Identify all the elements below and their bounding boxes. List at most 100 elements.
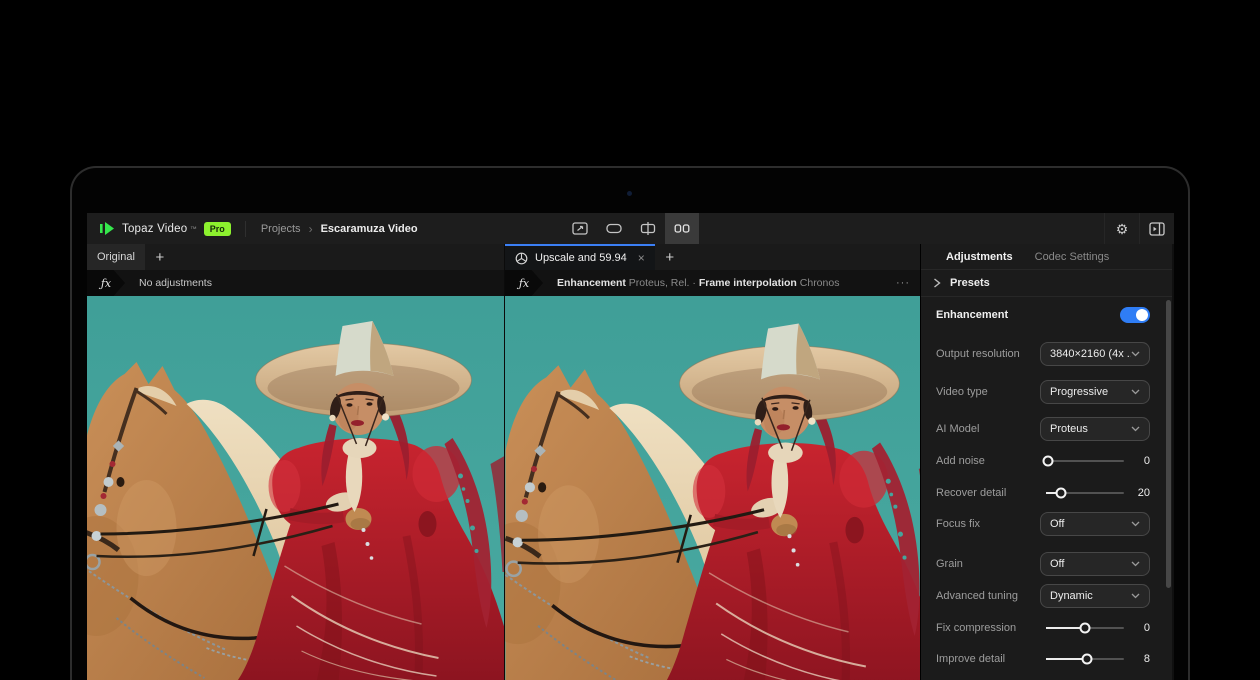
panel-scrollbar[interactable] [1166,300,1171,588]
tab-upscale[interactable]: Upscale and 59.94 × [505,244,655,270]
topbar-right-actions: ⚙ [1104,213,1174,244]
fix-compression-value: 0 [1124,622,1150,634]
top-bar: Topaz Video ™ Pro Projects › Escaramuza … [87,213,1174,244]
original-filter-bar: ƒx No adjustments [87,270,504,296]
fix-compression-row: Fix compression 0 [936,615,1150,641]
add-tab-button-left[interactable]: + [145,244,175,270]
presets-label: Presets [950,277,990,289]
advanced-tuning-value: Dynamic [1050,590,1131,602]
single-view-button[interactable] [597,213,631,244]
improve-detail-row: Improve detail 8 [936,646,1150,672]
tab-upscale-label: Upscale and 59.94 [535,252,627,264]
webcam-dot [627,191,632,196]
output-resolution-dropdown[interactable]: 3840×2160 (4x ... [1040,342,1150,366]
frame-interpolation-value: Chronos [800,277,840,289]
side-by-side-view-icon [674,221,690,236]
app-logo-group: Topaz Video ™ Pro [87,222,245,236]
plus-icon: + [665,249,674,266]
chevron-down-icon [1131,561,1140,567]
upscaled-tabstrip: Upscale and 59.94 × + [505,244,920,270]
single-view-icon [606,221,622,236]
slider-thumb[interactable] [1082,654,1093,665]
slider-thumb[interactable] [1043,456,1054,467]
original-video-preview[interactable] [87,296,504,680]
app-name: Topaz Video [122,223,187,235]
presets-accordion[interactable]: Presets [921,270,1172,297]
tab-codec-settings[interactable]: Codec Settings [1035,251,1110,263]
grain-label: Grain [936,558,1040,570]
breadcrumb-chevron-icon: › [309,222,313,236]
breadcrumb: Projects › Escaramuza Video [246,222,418,236]
fx-glyph: ƒx [101,277,111,290]
add-noise-slider[interactable] [1046,460,1124,462]
content-area: Original + ƒx No adjustments [87,244,1174,680]
fix-compression-label: Fix compression [936,622,1046,634]
enhancement-controls: Output resolution 3840×2160 (4x ... Vide… [921,333,1172,672]
settings-button[interactable]: ⚙ [1104,213,1139,244]
improve-detail-slider[interactable] [1046,658,1124,660]
enhancement-toggle[interactable] [1120,307,1150,323]
slider-thumb[interactable] [1055,488,1066,499]
toggle-knob [1136,309,1148,321]
output-resolution-label: Output resolution [936,348,1040,360]
advanced-tuning-label: Advanced tuning [936,590,1040,602]
fit-view-icon [572,221,588,236]
chevron-down-icon [1131,426,1140,432]
plus-icon: + [156,249,165,266]
screenshot-stage: Topaz Video ™ Pro Projects › Escaramuza … [0,0,1260,680]
fit-view-button[interactable] [563,213,597,244]
original-tabstrip: Original + [87,244,504,270]
enhancement-orb-icon [515,252,528,265]
grain-value: Off [1050,558,1131,570]
close-tab-icon[interactable]: × [638,251,645,265]
fx-icon: ƒx [505,270,543,296]
recover-detail-slider[interactable] [1046,492,1124,494]
focus-fix-row: Focus fix Off [936,511,1150,537]
output-resolution-value: 3840×2160 (4x ... [1050,348,1131,360]
ai-model-label: AI Model [936,423,1040,435]
enhancement-title: Enhancement [936,309,1120,321]
video-type-label: Video type [936,386,1040,398]
dot-separator: · [692,277,696,289]
chevron-down-icon [1131,351,1140,357]
grain-dropdown[interactable]: Off [1040,552,1150,576]
no-adjustments-label: No adjustments [139,277,212,289]
enhancement-filter-value: Proteus, Rel. [629,277,690,289]
ai-model-dropdown[interactable]: Proteus [1040,417,1150,441]
export-panel-icon [1149,222,1166,236]
improve-detail-label: Improve detail [936,653,1046,665]
advanced-tuning-dropdown[interactable]: Dynamic [1040,584,1150,608]
add-noise-label: Add noise [936,455,1046,467]
chevron-down-icon [1131,389,1140,395]
video-type-value: Progressive [1050,386,1131,398]
more-options-icon[interactable]: ··· [896,277,910,289]
panel-tabs: Adjustments Codec Settings [921,244,1172,270]
tab-original[interactable]: Original [87,244,145,270]
breadcrumb-projects[interactable]: Projects [261,223,301,235]
chevron-down-icon [1131,593,1140,599]
export-panel-toggle-button[interactable] [1139,213,1174,244]
applied-filters-summary: Enhancement Proteus, Rel. · Frame interp… [557,277,839,289]
fix-compression-slider[interactable] [1046,627,1124,629]
grain-row: Grain Off [936,551,1150,577]
split-view-button[interactable] [631,213,665,244]
ai-model-value: Proteus [1050,423,1131,435]
chevron-down-icon [1131,521,1140,527]
topaz-video-app: Topaz Video ™ Pro Projects › Escaramuza … [87,213,1174,680]
focus-fix-dropdown[interactable]: Off [1040,512,1150,536]
recover-detail-row: Recover detail 20 [936,480,1150,506]
trademark: ™ [190,226,197,233]
original-pane: Original + ƒx No adjustments [87,244,504,680]
chevron-right-icon [933,278,941,288]
tab-adjustments[interactable]: Adjustments [946,251,1013,263]
slider-thumb[interactable] [1080,623,1091,634]
video-type-row: Video type Progressive [936,379,1150,405]
breadcrumb-current-project: Escaramuza Video [321,223,418,235]
frame-interpolation-label: Frame interpolation [699,277,797,289]
side-by-side-view-button[interactable] [665,213,699,244]
upscaled-pane: Upscale and 59.94 × + ƒx Enhancement [504,244,920,680]
video-type-dropdown[interactable]: Progressive [1040,380,1150,404]
upscaled-video-preview[interactable] [505,296,920,680]
add-tab-button-right[interactable]: + [655,244,685,270]
fx-glyph: ƒx [519,277,529,290]
